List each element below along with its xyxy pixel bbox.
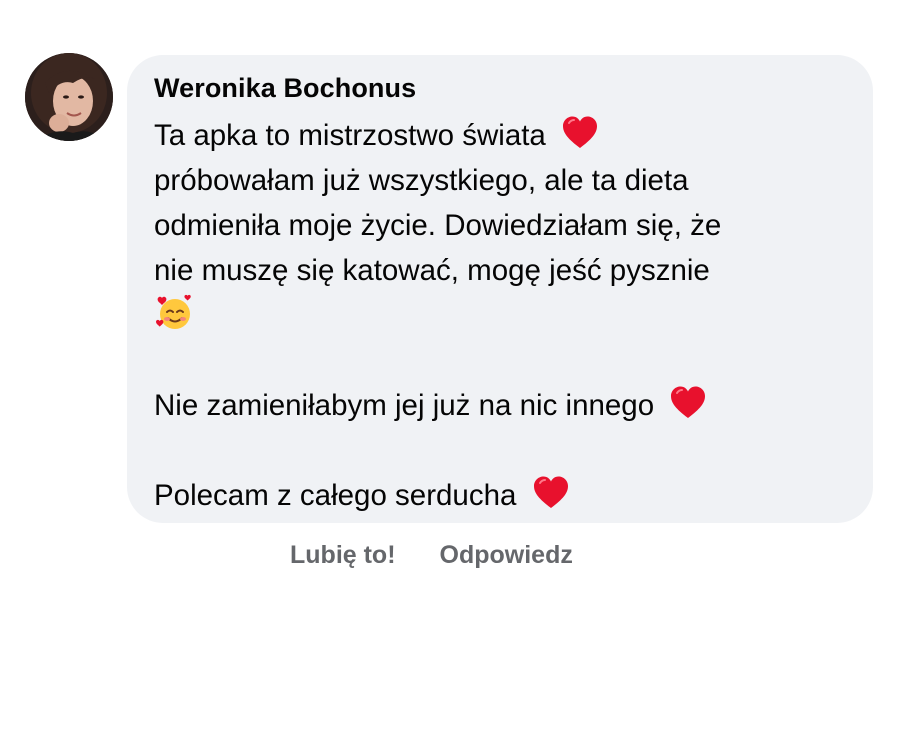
reply-button[interactable]: Odpowiedz [440, 538, 573, 572]
red-heart-icon [668, 383, 708, 423]
smiling-face-with-hearts-icon [154, 293, 194, 333]
comment-bubble: Weronika Bochonus Ta apka to mistrzostwo… [127, 55, 873, 523]
red-heart-icon [531, 473, 571, 513]
comment-author[interactable]: Weronika Bochonus [154, 71, 843, 105]
comment-line: nie muszę się katować, mogę jeść pysznie [154, 254, 710, 287]
like-button[interactable]: Lubię to! [290, 538, 396, 572]
profile-photo-icon [25, 53, 113, 141]
comment-line: Ta apka to mistrzostwo świata [154, 113, 843, 158]
comment-line [154, 293, 843, 338]
comment-line: Polecam z całego serducha [154, 473, 843, 518]
comment-actions: Lubię to! Odpowiedz [290, 538, 573, 572]
avatar[interactable] [25, 53, 113, 141]
comment-text: Ta apka to mistrzostwo świata próbowałam… [154, 113, 843, 518]
comment-line: odmieniła moje życie. Dowiedziałam się, … [154, 209, 722, 242]
comment-line: próbowałam już wszystkiego, ale ta dieta [154, 164, 689, 197]
comment-line: Nie zamieniłabym jej już na nic innego [154, 383, 843, 428]
red-heart-icon [560, 113, 600, 153]
